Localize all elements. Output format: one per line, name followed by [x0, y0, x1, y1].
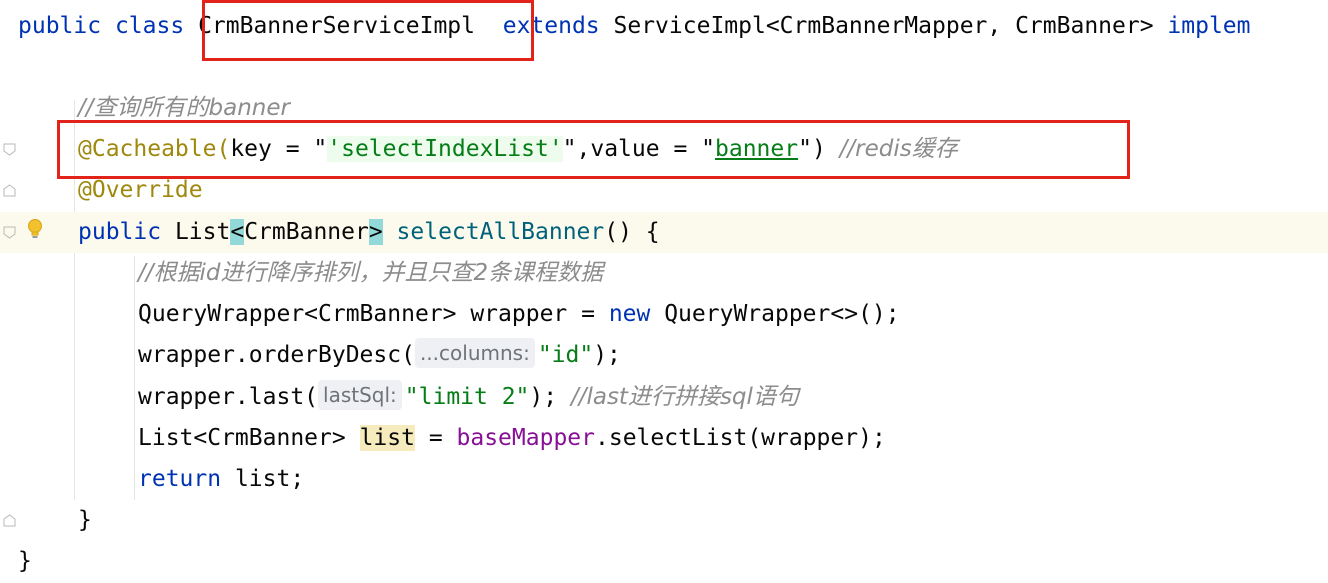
select-list-call: .selectList(wrapper);	[595, 425, 886, 451]
keyword-public: public	[78, 219, 162, 245]
class-name[interactable]: CrmBannerServiceImpl	[198, 13, 475, 39]
comment-last-sql: //last进行拼接sql语句	[570, 384, 799, 410]
method-name[interactable]: selectAllBanner	[397, 219, 605, 245]
parameter-hint-lastsql: lastSql:	[318, 380, 402, 410]
key-string-value[interactable]: 'selectIndexList'	[327, 136, 563, 162]
comment-query-all: //查询所有的banner	[78, 95, 290, 121]
fold-marker-icon[interactable]	[3, 143, 16, 156]
code-line-8[interactable]: wrapper.orderByDesc(...columns: "id");	[0, 335, 1328, 376]
keyword-implements: implem	[1167, 13, 1251, 39]
code-line-2[interactable]: //查询所有的banner	[0, 88, 1328, 129]
keyword-class: class	[114, 13, 185, 39]
string-id: "id"	[537, 342, 594, 368]
method-close-brace: }	[78, 507, 92, 533]
wrapper-declaration: QueryWrapper<CrmBanner> wrapper =	[138, 301, 609, 327]
last-call: wrapper.last(	[138, 384, 319, 410]
code-line-4[interactable]: @Override	[0, 170, 1328, 211]
code-line-1[interactable]: public class CrmBannerServiceImpl extend…	[0, 6, 1328, 47]
override-annotation: @Override	[78, 177, 203, 203]
code-line-3[interactable]: @Cacheable(key = "'selectIndexList'",val…	[0, 129, 1328, 170]
code-line-6[interactable]: //根据id进行降序排列，并且只查2条课程数据	[0, 253, 1328, 294]
string-limit: "limit 2"	[404, 384, 530, 410]
code-editor[interactable]: public class CrmBannerServiceImpl extend…	[0, 0, 1328, 583]
value-string-value[interactable]: banner	[715, 136, 798, 162]
generic-close-bracket: >	[368, 219, 383, 245]
order-by-desc-call: wrapper.orderByDesc(	[138, 342, 415, 368]
code-line-10[interactable]: List<CrmBanner> list = baseMapper.select…	[0, 418, 1328, 459]
code-line-13[interactable]: }	[0, 541, 1328, 582]
key-attribute: key = "	[230, 136, 328, 162]
class-close-brace: }	[18, 548, 32, 574]
code-line-7[interactable]: QueryWrapper<CrmBanner> wrapper = new Qu…	[0, 294, 1328, 335]
variable-list[interactable]: list	[359, 425, 415, 451]
list-type: List<CrmBanner>	[138, 425, 346, 451]
comment-sort-desc: //根据id进行降序排列，并且只查2条课程数据	[138, 260, 604, 286]
assign-operator: =	[414, 425, 457, 451]
code-line-12[interactable]: }	[0, 500, 1328, 541]
fold-marker-icon[interactable]	[3, 184, 16, 197]
generic-open-bracket: <	[230, 219, 245, 245]
annotation-close: ")	[798, 136, 826, 162]
call-close: );	[593, 342, 621, 368]
fold-marker-icon[interactable]	[3, 226, 16, 239]
keyword-public: public	[18, 13, 102, 39]
keyword-extends: extends	[502, 13, 600, 39]
keyword-new: new	[608, 301, 651, 327]
parameter-hint-columns: ...columns:	[414, 338, 535, 368]
field-base-mapper[interactable]: baseMapper	[457, 425, 595, 451]
code-line-9[interactable]: wrapper.last(lastSql: "limit 2"); //last进…	[0, 377, 1328, 418]
code-line-5-current[interactable]: public List<CrmBanner> selectAllBanner()…	[0, 212, 1328, 253]
fold-marker-icon[interactable]	[3, 514, 16, 527]
return-value: list;	[221, 466, 305, 492]
code-line-11[interactable]: return list;	[0, 459, 1328, 500]
keyword-return: return	[138, 466, 222, 492]
wrapper-constructor: QueryWrapper<>();	[650, 301, 900, 327]
value-attribute: ",value = "	[562, 136, 715, 162]
superclass-declaration[interactable]: ServiceImpl<CrmBannerMapper, CrmBanner>	[614, 13, 1154, 39]
comment-redis-cache: //redis缓存	[839, 136, 958, 162]
generic-type: CrmBanner	[244, 219, 369, 245]
call-close: );	[529, 384, 558, 410]
method-params: () {	[604, 219, 660, 245]
return-type: List	[174, 219, 231, 245]
cacheable-annotation: @Cacheable(	[78, 136, 231, 162]
lightbulb-icon[interactable]	[26, 218, 44, 240]
